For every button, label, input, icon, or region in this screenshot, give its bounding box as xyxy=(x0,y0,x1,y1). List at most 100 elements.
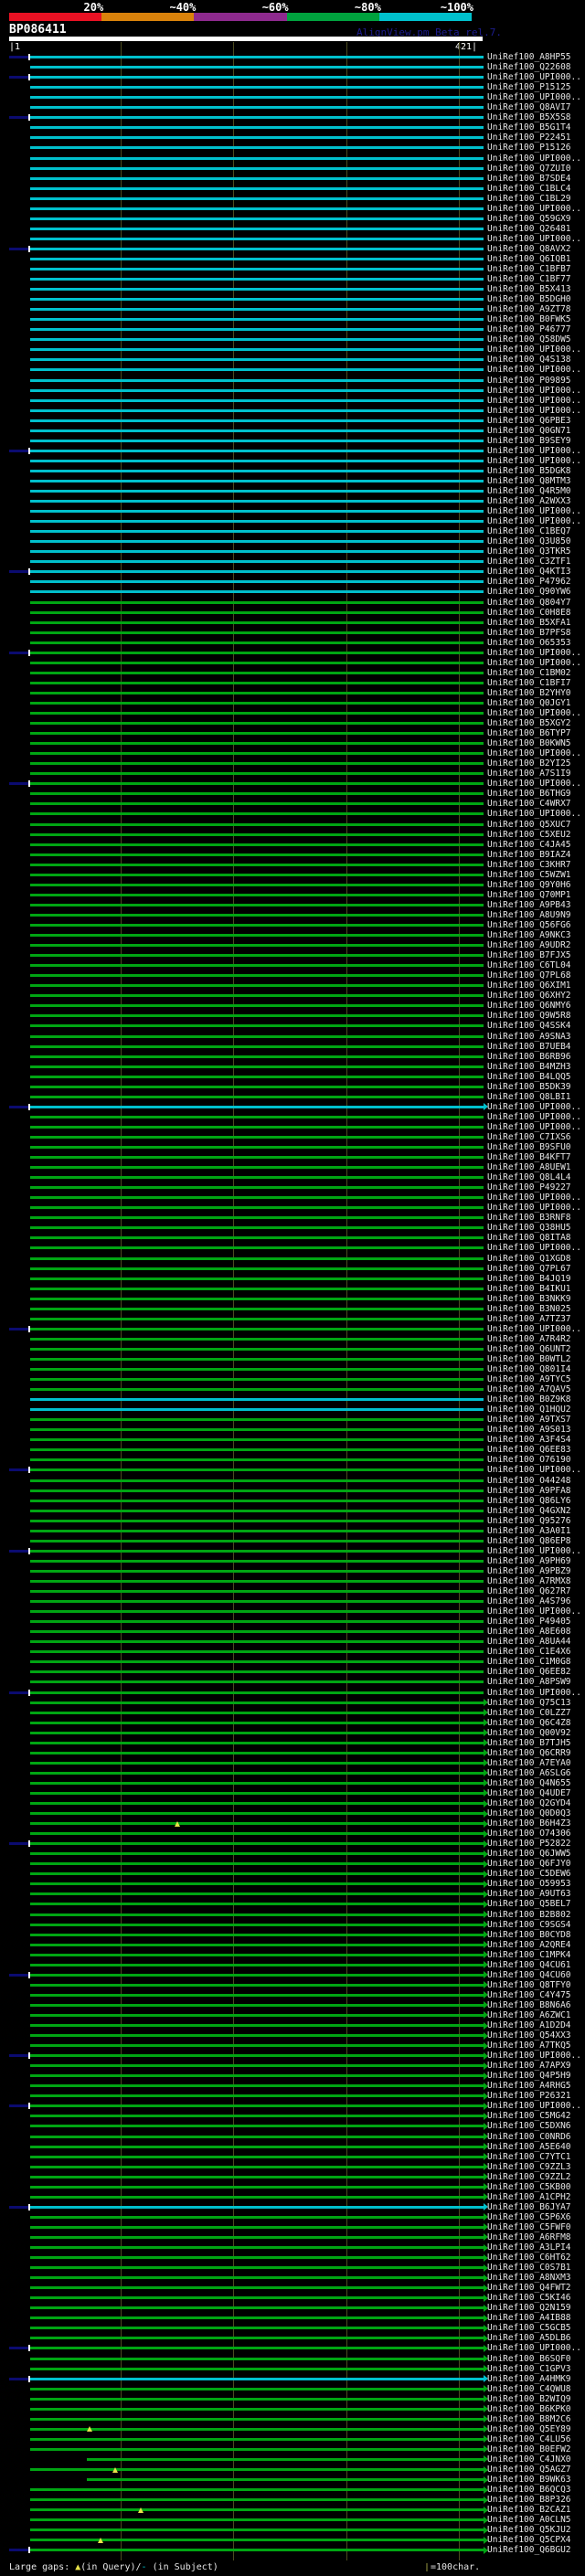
hit-label[interactable]: UniRef100_A2WXX3 xyxy=(487,496,571,506)
hit-bar[interactable] xyxy=(30,217,484,220)
hit-bar[interactable] xyxy=(30,2166,484,2168)
hit-bar[interactable] xyxy=(30,2146,484,2148)
hit-label[interactable]: UniRef100_Q54XX3 xyxy=(487,2030,571,2041)
hit-bar[interactable] xyxy=(30,2448,484,2451)
hit-row[interactable]: UniRef100_Q1HQU2 xyxy=(0,1405,585,1415)
hit-label[interactable]: UniRef100_UPI000.. xyxy=(487,446,581,456)
hit-bar[interactable] xyxy=(30,2054,484,2057)
hit-label[interactable]: UniRef100_Q22608 xyxy=(487,62,571,72)
hit-bar[interactable] xyxy=(30,1438,484,1441)
hit-label[interactable]: UniRef100_B4JQ19 xyxy=(487,1274,571,1284)
hit-bar[interactable] xyxy=(30,2226,484,2229)
hit-label[interactable]: UniRef100_C5KB00 xyxy=(487,2182,571,2192)
hit-bar[interactable] xyxy=(30,207,484,210)
hit-row[interactable]: UniRef100_B0EFW2 xyxy=(0,2444,585,2454)
hit-label[interactable]: UniRef100_A4S796 xyxy=(487,1596,571,1606)
hit-label[interactable]: UniRef100_C9SGS4 xyxy=(487,1920,571,1930)
hit-bar[interactable] xyxy=(30,732,484,735)
hit-label[interactable]: UniRef100_A5E640 xyxy=(487,2142,571,2152)
hit-label[interactable]: UniRef100_P15125 xyxy=(487,82,571,92)
hit-bar[interactable] xyxy=(30,1934,484,1936)
hit-bar[interactable] xyxy=(30,2176,484,2178)
hit-bar[interactable] xyxy=(30,1540,484,1542)
hit-row[interactable]: UniRef100_A9PBZ9 xyxy=(0,1566,585,1576)
hit-row[interactable]: UniRef100_P49405 xyxy=(0,1617,585,1627)
hit-label[interactable]: UniRef100_Q7PL67 xyxy=(487,1264,571,1274)
hit-label[interactable]: UniRef100_B5X5S8 xyxy=(487,112,571,122)
hit-row[interactable]: UniRef100_B4JQ19 xyxy=(0,1274,585,1284)
hit-row[interactable]: UniRef100_Q86LY6 xyxy=(0,1496,585,1506)
hit-bar[interactable] xyxy=(30,358,484,361)
hit-row[interactable]: UniRef100_B6THG9 xyxy=(0,789,585,799)
hit-row[interactable]: UniRef100_B4LQQ5 xyxy=(0,1072,585,1082)
hit-row[interactable]: UniRef100_C1MPK4 xyxy=(0,1950,585,1960)
hit-row[interactable]: UniRef100_B7TJH5 xyxy=(0,1738,585,1748)
hit-label[interactable]: UniRef100_C1BF77 xyxy=(487,274,571,284)
hit-bar[interactable] xyxy=(30,672,484,674)
hit-bar[interactable] xyxy=(30,1378,484,1381)
hit-bar[interactable] xyxy=(30,419,484,422)
hit-bar[interactable] xyxy=(30,2488,484,2491)
hit-bar[interactable] xyxy=(30,1298,484,1300)
hit-label[interactable]: UniRef100_Q4UDE7 xyxy=(487,1788,571,1798)
hit-label[interactable]: UniRef100_B4IKU1 xyxy=(487,1284,571,1294)
hit-bar[interactable] xyxy=(30,1670,484,1673)
hit-row[interactable]: UniRef100_B6TYP7 xyxy=(0,728,585,738)
hit-bar[interactable] xyxy=(30,1712,484,1714)
hit-label[interactable]: UniRef100_A7TZ37 xyxy=(487,1314,571,1324)
hit-row[interactable]: UniRef100_A1D2D4 xyxy=(0,2020,585,2030)
hit-label[interactable]: UniRef100_B7PFS8 xyxy=(487,628,571,638)
hit-label[interactable]: UniRef100_Q6NMY6 xyxy=(487,1001,571,1011)
hit-label[interactable]: UniRef100_C6TL04 xyxy=(487,960,571,970)
hit-bar[interactable] xyxy=(30,2084,484,2087)
hit-bar[interactable] xyxy=(30,1882,484,1885)
hit-row[interactable]: UniRef100_Q4N655 xyxy=(0,1778,585,1788)
hit-row[interactable]: UniRef100_UPI000.. xyxy=(0,708,585,718)
hit-row[interactable]: UniRef100_Q6XHY2 xyxy=(0,991,585,1001)
hit-row[interactable]: UniRef100_Q00V92 xyxy=(0,1728,585,1738)
hit-bar[interactable] xyxy=(30,1408,484,1411)
hit-label[interactable]: UniRef100_A8U9N9 xyxy=(487,910,571,920)
hit-bar[interactable] xyxy=(30,106,484,109)
hit-bar[interactable] xyxy=(30,1762,484,1765)
hit-row[interactable]: UniRef100_C5XEU2 xyxy=(0,830,585,840)
hit-row[interactable]: UniRef100_C5DEW6 xyxy=(0,1869,585,1879)
hit-row[interactable]: UniRef100_Q7PL68 xyxy=(0,970,585,981)
hit-row[interactable]: UniRef100_A6ZWC1 xyxy=(0,2010,585,2020)
hit-label[interactable]: UniRef100_A9TXS7 xyxy=(487,1415,571,1425)
hit-label[interactable]: UniRef100_B5XFA1 xyxy=(487,618,571,628)
hit-bar[interactable] xyxy=(30,1166,484,1169)
hit-row[interactable]: UniRef100_B9IAZ4 xyxy=(0,850,585,860)
hit-label[interactable]: UniRef100_C5WZW1 xyxy=(487,870,571,880)
hit-label[interactable]: UniRef100_A3LPI4 xyxy=(487,2242,571,2253)
hit-bar[interactable] xyxy=(30,540,484,543)
hit-bar[interactable] xyxy=(30,802,484,805)
hit-label[interactable]: UniRef100_Q5CPX4 xyxy=(487,2535,571,2545)
hit-label[interactable]: UniRef100_A0CLN5 xyxy=(487,2515,571,2525)
hit-bar[interactable] xyxy=(30,1924,484,1926)
hit-row[interactable]: UniRef100_B5XFA1 xyxy=(0,618,585,628)
hit-row[interactable]: UniRef100_UPI000.. xyxy=(0,809,585,819)
hit-row[interactable]: UniRef100_UPI000.. xyxy=(0,1324,585,1334)
hit-row[interactable]: UniRef100_A2WXX3 xyxy=(0,496,585,506)
hit-row[interactable]: UniRef100_P15125 xyxy=(0,82,585,92)
hit-label[interactable]: UniRef100_Q00V92 xyxy=(487,1728,571,1738)
hit-bar[interactable] xyxy=(30,2104,484,2107)
hit-label[interactable]: UniRef100_Q6EE82 xyxy=(487,1667,571,1677)
hit-row[interactable]: UniRef100_C9ZZL2 xyxy=(0,2172,585,2182)
hit-label[interactable]: UniRef100_B5XGY2 xyxy=(487,718,571,728)
hit-label[interactable]: UniRef100_A9PH69 xyxy=(487,1556,571,1566)
hit-label[interactable]: UniRef100_A7QAV5 xyxy=(487,1384,571,1394)
hit-label[interactable]: UniRef100_C1BFB7 xyxy=(487,264,571,274)
hit-row[interactable]: UniRef100_C5GCB5 xyxy=(0,2323,585,2333)
hit-bar[interactable] xyxy=(30,2428,484,2431)
hit-label[interactable]: UniRef100_B6SQF0 xyxy=(487,2354,571,2364)
hit-label[interactable]: UniRef100_B0CYD8 xyxy=(487,1930,571,1940)
hit-row[interactable]: UniRef100_A6RFM8 xyxy=(0,2232,585,2242)
hit-bar[interactable] xyxy=(30,1802,484,1805)
hit-bar[interactable] xyxy=(30,611,484,614)
hit-label[interactable]: UniRef100_Q86EP8 xyxy=(487,1536,571,1546)
hit-row[interactable]: UniRef100_Q0D0Q3 xyxy=(0,1808,585,1818)
hit-bar[interactable] xyxy=(30,662,484,664)
hit-bar[interactable] xyxy=(30,480,484,482)
